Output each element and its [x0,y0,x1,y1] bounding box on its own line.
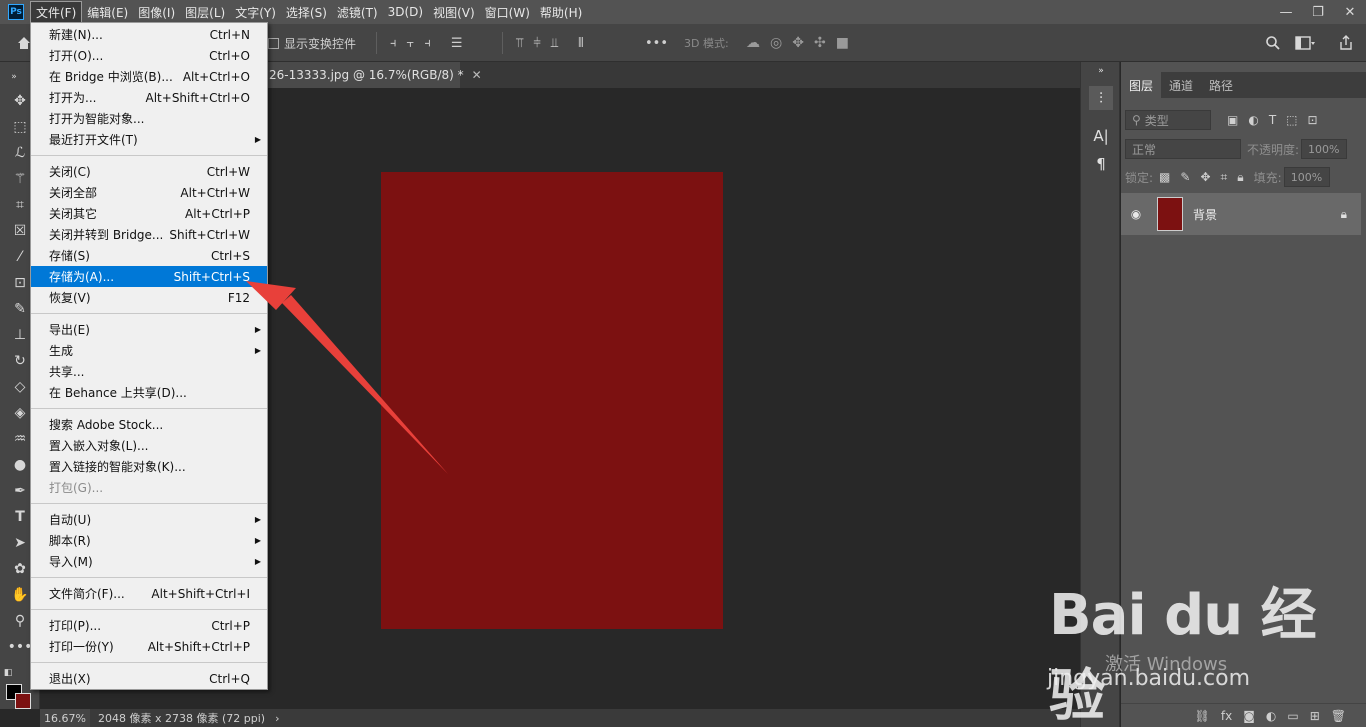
watermark-url: jingyan.baidu.com [1047,666,1251,691]
baidu-jingyan-logo: Bai du 经验 [1049,583,1317,727]
photoshop-window: Ps 文件(F) 编辑(E) 图像(I) 图层(L) 文字(Y) 选择(S) 滤… [0,0,1366,727]
annotation-arrow-shaft [282,295,448,474]
baidu-watermark: Bai du 经验 激活 Windows jingyan.baidu.com [1035,570,1365,727]
